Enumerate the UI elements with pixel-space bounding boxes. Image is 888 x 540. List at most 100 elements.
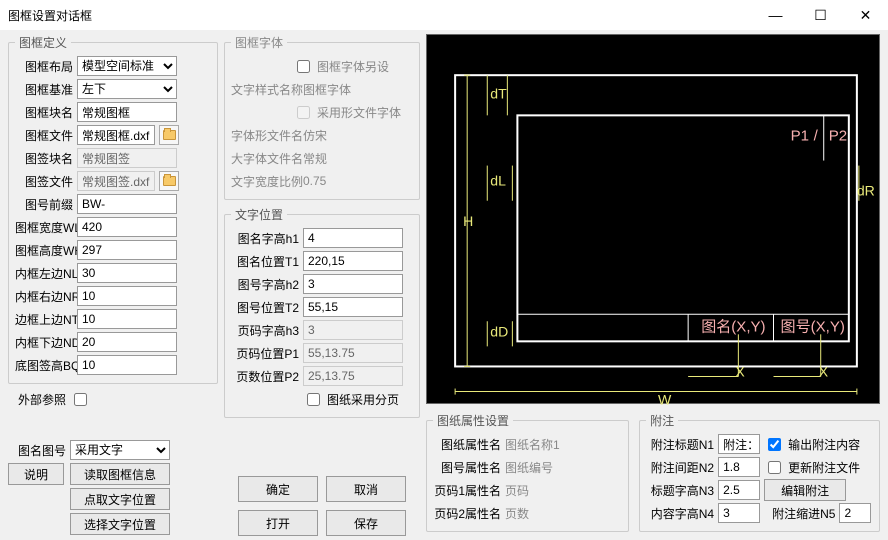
anno-update-label: 更新附注文件 [788, 459, 860, 476]
preview-canvas: H W dT dL dD dR X X P1 / P2 图名(X,Y) 图号(X… [426, 34, 880, 404]
nl-input[interactable] [77, 263, 177, 283]
layout-select[interactable]: 模型空间标准 [77, 56, 177, 76]
nr-label: 内框右边NR [15, 288, 73, 305]
text-position-legend: 文字位置 [231, 206, 287, 223]
sheet-attr-group: 图纸属性设置 图纸属性名图纸名称1 图号属性名图纸编号 页码1属性名页码 页码2… [426, 412, 629, 532]
anno-ch-input[interactable] [718, 503, 760, 523]
shp-value: 仿宋 [303, 127, 327, 144]
anno-title-input[interactable] [718, 434, 760, 454]
attr-name-value: 图纸名称1 [505, 436, 560, 453]
ok-button[interactable]: 确定 [238, 476, 318, 502]
attr-p1-value: 页码 [505, 482, 529, 499]
readinfo-button[interactable]: 读取图框信息 [70, 463, 170, 485]
tbfile-label: 图签文件 [15, 173, 73, 190]
extref-label: 外部参照 [8, 391, 66, 408]
help-button[interactable]: 说明 [8, 463, 64, 485]
shapefont-label: 采用形文件字体 [317, 104, 401, 121]
window-title: 图框设置对话框 [8, 7, 753, 24]
preview-dL: dL [490, 173, 506, 189]
p2-input[interactable] [303, 366, 403, 386]
h2-input[interactable] [303, 274, 403, 294]
framefile-input[interactable] [77, 125, 155, 145]
h1-label: 图名字高h1 [231, 230, 299, 247]
edit-anno-button[interactable]: 编辑附注 [764, 479, 846, 501]
separate-font-checkbox[interactable] [297, 60, 310, 73]
preview-tm: 图名(X,Y) [701, 318, 765, 335]
shp-label: 字体形文件名 [231, 127, 299, 144]
anno-update-checkbox[interactable] [768, 461, 781, 474]
preview-W: W [658, 392, 672, 408]
attr-num-value: 图纸编号 [505, 459, 553, 476]
paging-checkbox[interactable] [307, 393, 320, 406]
cancel-button[interactable]: 取消 [326, 476, 406, 502]
nr-input[interactable] [77, 286, 177, 306]
h3-label: 页码字高h3 [231, 322, 299, 339]
tbfile-browse-button[interactable] [159, 171, 179, 191]
ratio-label: 文字宽度比例 [231, 173, 299, 190]
frame-font-group: 图框字体 图框字体另设 文字样式名称图框字体 采用形文件字体 字体形文件名仿宋 … [224, 34, 420, 200]
p1-input[interactable] [303, 343, 403, 363]
clicktext-button[interactable]: 点取文字位置 [70, 488, 170, 510]
frame-font-legend: 图框字体 [231, 34, 287, 51]
prefix-label: 图号前缀 [15, 196, 73, 213]
save-button[interactable]: 保存 [326, 510, 406, 536]
separate-font-label: 图框字体另设 [317, 58, 389, 75]
h3-input[interactable] [303, 320, 403, 340]
style-label: 文字样式名称 [231, 81, 299, 98]
t1-input[interactable] [303, 251, 403, 271]
tmmode-label: 图名图号 [8, 442, 66, 459]
attr-name-label: 图纸属性名 [433, 436, 501, 453]
anno-indent-input[interactable] [839, 503, 871, 523]
tmmode-select[interactable]: 采用文字 [70, 440, 170, 460]
block-label: 图框块名 [15, 104, 73, 121]
attr-p2-label: 页码2属性名 [433, 505, 501, 522]
extref-checkbox[interactable] [74, 393, 87, 406]
bq-input[interactable] [77, 355, 177, 375]
tbfile-input[interactable] [77, 171, 155, 191]
nt-label: 边框上边NT [15, 311, 73, 328]
framefile-browse-button[interactable] [159, 125, 179, 145]
seltext-button[interactable]: 选择文字位置 [70, 513, 170, 535]
base-select[interactable]: 左下 [77, 79, 177, 99]
anno-output-checkbox[interactable] [768, 438, 781, 451]
attr-num-label: 图号属性名 [433, 459, 501, 476]
shapefont-checkbox [297, 106, 310, 119]
anno-output-label: 输出附注内容 [788, 436, 860, 453]
close-button[interactable]: ✕ [843, 0, 888, 30]
wh-input[interactable] [77, 240, 177, 260]
anno-title-label: 附注标题N1 [646, 436, 714, 453]
t2-input[interactable] [303, 297, 403, 317]
t1-label: 图名位置T1 [231, 253, 299, 270]
ratio-value: 0.75 [303, 174, 326, 188]
nt-input[interactable] [77, 309, 177, 329]
text-position-group: 文字位置 图名字高h1 图名位置T1 图号字高h2 图号位置T2 页码字高h3 … [224, 206, 420, 418]
tbblock-input[interactable] [77, 148, 177, 168]
big-value: 常规 [303, 150, 327, 167]
preview-X2: X [819, 363, 829, 379]
t2-label: 图号位置T2 [231, 299, 299, 316]
anno-group: 附注 附注标题N1输出附注内容 附注间距N2更新附注文件 标题字高N3编辑附注 … [639, 412, 880, 532]
p2-label: 页数位置P2 [231, 368, 299, 385]
framefile-label: 图框文件 [15, 127, 73, 144]
preview-P1: P1 [791, 127, 809, 144]
block-input[interactable] [77, 102, 177, 122]
attr-p1-label: 页码1属性名 [433, 482, 501, 499]
anno-ch-label: 内容字高N4 [646, 505, 714, 522]
preview-dT: dT [490, 85, 507, 101]
open-button[interactable]: 打开 [238, 510, 318, 536]
minimize-button[interactable]: — [753, 0, 798, 30]
wl-label: 图框宽度WL [15, 219, 73, 236]
anno-gap-label: 附注间距N2 [646, 459, 714, 476]
base-label: 图框基准 [15, 81, 73, 98]
wl-input[interactable] [77, 217, 177, 237]
anno-gap-input[interactable] [718, 457, 760, 477]
preview-dD: dD [490, 323, 508, 339]
nd-input[interactable] [77, 332, 177, 352]
anno-th-input[interactable] [718, 480, 760, 500]
preview-P2: P2 [829, 127, 847, 144]
maximize-button[interactable]: ☐ [798, 0, 843, 30]
wh-label: 图框高度WH [15, 242, 73, 259]
preview-X1: X [735, 363, 745, 379]
prefix-input[interactable] [77, 194, 177, 214]
h1-input[interactable] [303, 228, 403, 248]
